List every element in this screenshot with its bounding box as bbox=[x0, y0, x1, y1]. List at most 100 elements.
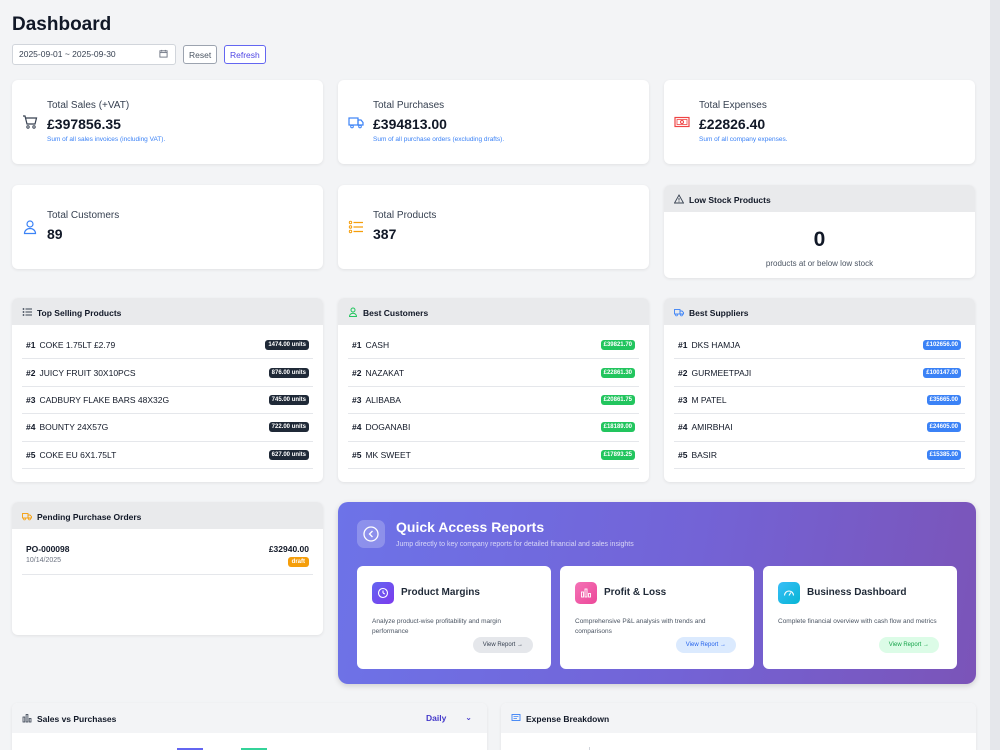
total-customers-card: Total Customers 89 bbox=[12, 185, 323, 269]
total-expenses-value: £22826.40 bbox=[699, 116, 766, 132]
list-item: #4 BOUNTY 24X57G 722.00 units bbox=[22, 414, 313, 442]
low-stock-title: Low Stock Products bbox=[689, 195, 771, 205]
list-item: #5 BASIR £15385.00 bbox=[674, 442, 965, 469]
units-badge: 1474.00 units bbox=[265, 340, 309, 351]
list-item: #2 JUICY FRUIT 30X10PCS 876.00 units bbox=[22, 359, 313, 387]
top-selling-list: #1 COKE 1.75LT £2.79 1474.00 units #2 JUICY… bbox=[12, 325, 323, 469]
report-card-product-margins[interactable]: Product Margins Analyze product-wise pro… bbox=[357, 566, 551, 669]
list-item: #3 ALIBABA £20861.75 bbox=[348, 387, 639, 415]
rank: #5 bbox=[26, 449, 36, 460]
calendar-icon[interactable] bbox=[159, 49, 168, 60]
rank: #2 bbox=[352, 367, 362, 378]
reset-button[interactable]: Reset bbox=[183, 45, 218, 64]
supplier-name: BASIR bbox=[691, 449, 717, 460]
amount-badge: £100147.00 bbox=[923, 367, 961, 378]
total-purchases-note: Sum of all purchase orders (excluding dr… bbox=[373, 136, 505, 143]
warning-icon bbox=[673, 194, 685, 204]
view-report-button[interactable]: View Report → bbox=[878, 637, 939, 653]
truck-icon bbox=[348, 114, 364, 130]
expense-breakdown-header: Expense Breakdown bbox=[501, 703, 976, 733]
report-description: Analyze product-wise profitability and m… bbox=[372, 618, 501, 635]
page-title: Dashboard bbox=[12, 14, 112, 35]
rank: #1 bbox=[26, 340, 36, 351]
amount-badge: £17893.25 bbox=[600, 449, 635, 460]
page-scrollbar[interactable] bbox=[990, 0, 1000, 750]
refresh-button[interactable]: Refresh bbox=[224, 45, 266, 64]
user-icon bbox=[22, 219, 38, 235]
quick-access-title: Quick Access Reports bbox=[396, 519, 545, 535]
units-badge: 627.00 units bbox=[268, 449, 309, 460]
view-report-button[interactable]: View Report → bbox=[675, 637, 736, 653]
supplier-name: GURMEETPAJI bbox=[691, 367, 752, 378]
quick-access-panel: Quick Access Reports Jump directly to ke… bbox=[338, 502, 976, 684]
sales-vs-purchases-card: Sales vs Purchases Daily ⌄ bbox=[12, 703, 487, 750]
gauge-icon bbox=[778, 582, 800, 604]
period-select[interactable]: Daily ⌄ bbox=[420, 711, 476, 726]
supplier-name: AMIRBHAI bbox=[691, 422, 733, 433]
rank: #5 bbox=[678, 449, 688, 460]
period-select-value: Daily bbox=[426, 713, 447, 723]
amount-badge: £24605.00 bbox=[926, 422, 961, 433]
rank: #3 bbox=[26, 394, 36, 405]
rank: #2 bbox=[26, 367, 36, 378]
best-suppliers-header: Best Suppliers bbox=[664, 298, 975, 325]
customer-name: MK SWEET bbox=[365, 449, 411, 460]
rank: #5 bbox=[352, 449, 362, 460]
view-report-button[interactable]: View Report → bbox=[472, 637, 533, 653]
rank: #1 bbox=[678, 340, 688, 351]
customer-name: DOGANABI bbox=[365, 422, 411, 433]
total-purchases-label: Total Purchases bbox=[373, 100, 445, 111]
list-item: #5 MK SWEET £17893.25 bbox=[348, 442, 639, 469]
total-expenses-card: Total Expenses £22826.40 Sum of all comp… bbox=[664, 80, 975, 164]
best-suppliers-card: Best Suppliers #1 DKS HAMJA £102656.00 #2 G… bbox=[664, 298, 975, 482]
supplier-name: DKS HAMJA bbox=[691, 340, 741, 351]
amount-badge: £35665.00 bbox=[926, 394, 961, 405]
best-suppliers-title: Best Suppliers bbox=[689, 308, 749, 318]
total-customers-value: 89 bbox=[47, 226, 63, 242]
list-item: #2 NAZAKAT £22861.30 bbox=[348, 359, 639, 387]
total-sales-card: Total Sales (+VAT) £397856.35 Sum of all… bbox=[12, 80, 323, 164]
report-description: Comprehensive P&L analysis with trends a… bbox=[575, 618, 706, 635]
total-sales-value: £397856.35 bbox=[47, 116, 121, 132]
list-item: #4 AMIRBHAI £24605.00 bbox=[674, 414, 965, 442]
rank: #2 bbox=[678, 367, 688, 378]
date-range-input[interactable]: 2025-09-01 ~ 2025-09-30 bbox=[12, 44, 176, 65]
best-customers-card: Best Customers #1 CASH £39821.70 #2 NAZAKAT… bbox=[338, 298, 649, 482]
report-icon bbox=[357, 520, 385, 548]
amount-badge: £15385.00 bbox=[926, 449, 961, 460]
status-badge: draft bbox=[287, 557, 309, 567]
best-customers-title: Best Customers bbox=[363, 308, 429, 318]
report-card-profit-loss[interactable]: Profit & Loss Comprehensive P&L analysis… bbox=[560, 566, 754, 669]
amount-badge: £22861.30 bbox=[600, 367, 635, 378]
total-customers-label: Total Customers bbox=[47, 210, 120, 221]
expense-breakdown-title: Expense Breakdown bbox=[526, 714, 610, 724]
list-icon bbox=[348, 219, 364, 235]
report-title: Profit & Loss bbox=[604, 587, 667, 598]
po-date: 10/14/2025 bbox=[26, 557, 62, 564]
dashboard-page: Dashboard 2025-09-01 ~ 2025-09-30 Reset … bbox=[0, 0, 990, 750]
list-item: #1 DKS HAMJA £102656.00 bbox=[674, 332, 965, 360]
product-name: JUICY FRUIT 30X10PCS bbox=[39, 367, 136, 378]
product-name: COKE 1.75LT £2.79 bbox=[39, 340, 116, 351]
total-products-value: 387 bbox=[373, 226, 397, 242]
report-card-business-dashboard[interactable]: Business Dashboard Complete financial ov… bbox=[763, 566, 957, 669]
pending-po-card: Pending Purchase Orders PO-000098 10/14/… bbox=[12, 502, 323, 635]
customer-name: CASH bbox=[365, 340, 390, 351]
list-item: #1 COKE 1.75LT £2.79 1474.00 units bbox=[22, 332, 313, 360]
rank: #3 bbox=[352, 394, 362, 405]
top-selling-card: Top Selling Products #1 COKE 1.75LT £2.79… bbox=[12, 298, 323, 482]
truck-icon bbox=[22, 511, 32, 521]
customer-name: ALIBABA bbox=[365, 394, 401, 405]
top-selling-title: Top Selling Products bbox=[37, 308, 122, 318]
units-badge: 745.00 units bbox=[268, 394, 309, 405]
low-stock-note: products at or below low stock bbox=[765, 259, 874, 268]
rank: #1 bbox=[352, 340, 362, 351]
best-suppliers-list: #1 DKS HAMJA £102656.00 #2 GURMEETPAJI £1001… bbox=[664, 325, 975, 469]
best-customers-header: Best Customers bbox=[338, 298, 649, 325]
list-item: #5 COKE EU 6X1.75LT 627.00 units bbox=[22, 442, 313, 469]
date-range-value: 2025-09-01 ~ 2025-09-30 bbox=[19, 49, 116, 59]
purchase-order-row[interactable]: PO-000098 10/14/2025 £32940.00 draft bbox=[22, 529, 313, 575]
rank: #4 bbox=[678, 422, 688, 433]
list-icon bbox=[22, 307, 32, 317]
quick-access-subtitle: Jump directly to key company reports for… bbox=[396, 541, 634, 548]
